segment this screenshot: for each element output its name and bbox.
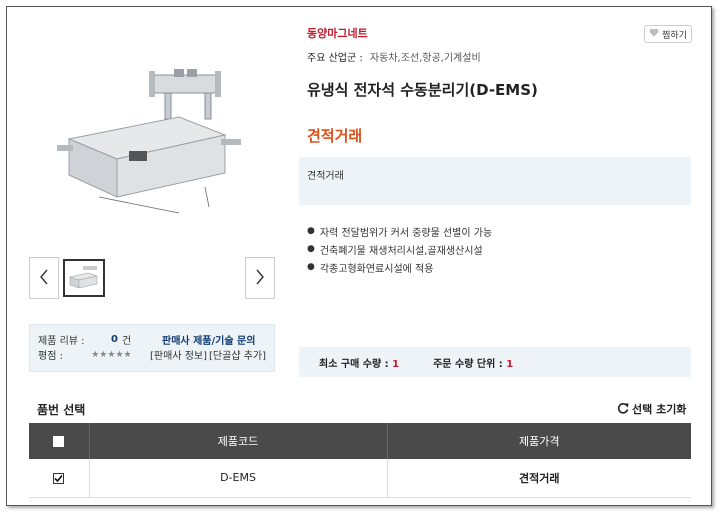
reset-selection-button[interactable]: 선택 초기화 <box>617 401 686 417</box>
thumbnail-strip <box>29 257 275 299</box>
chevron-left-icon <box>39 269 49 288</box>
brand-name[interactable]: 동양마그네트 <box>307 25 368 41</box>
select-all-cell <box>29 423 90 459</box>
inquiry-link[interactable]: 판매사 제품/기술 문의 <box>162 332 255 347</box>
list-item: ● 자력 전달범위가 커서 중량물 선별이 가능 <box>307 226 493 239</box>
list-item: ● 건축폐기물 재생처리시설,골재생산시설 <box>307 244 483 257</box>
order-unit: 주문 수량 단위 : 1 <box>433 358 514 370</box>
review-unit: 건 <box>122 336 132 347</box>
next-image-button[interactable] <box>245 257 275 299</box>
seller-info-link[interactable]: [판매사 정보] <box>150 347 207 362</box>
review-label: 제품 리뷰 : <box>38 336 85 347</box>
industry-info: 주요 산업군 : 자동차,조선,항공,기계설비 <box>307 49 481 64</box>
table-row[interactable]: D-EMS 견적거래 <box>29 459 691 498</box>
price-note: 견적거래 <box>307 171 344 182</box>
product-price-cell: 견적거래 <box>387 459 691 498</box>
product-page: 제품 리뷰 : 0 건 판매사 제품/기술 문의 평점 : ★★★★★ [판매사… <box>6 6 712 506</box>
checkbox-icon[interactable] <box>53 472 65 484</box>
prev-image-button[interactable] <box>29 257 59 299</box>
product-main-image <box>29 47 275 227</box>
thumbnail-image[interactable] <box>63 259 105 297</box>
select-all-checkbox[interactable] <box>53 436 65 447</box>
rating-stars: ★★★★★ <box>91 349 132 360</box>
min-purchase: 최소 구매 수량 : 1 <box>319 358 400 370</box>
list-item: ● 각종고형화연료시설에 적용 <box>307 262 434 275</box>
chevron-right-icon <box>255 269 265 288</box>
refresh-icon <box>617 402 629 417</box>
price-title: 견적거래 <box>307 127 363 145</box>
feature-list: ● 자력 전달범위가 커서 중량물 선별이 가능 ● 건축폐기물 재생처리시설,골재… <box>307 222 492 276</box>
rating-label: 평점 : <box>38 351 63 362</box>
product-title: 유냉식 전자석 수동분리기(D-EMS) <box>307 81 538 99</box>
add-favorite-shop-link[interactable]: [단골샵 추가] <box>209 347 266 362</box>
heart-icon <box>649 28 659 40</box>
like-button[interactable]: 찜하기 <box>644 25 692 43</box>
like-button-label: 찜하기 <box>662 30 687 41</box>
column-header: 제품코드 <box>89 423 388 459</box>
price-box: 견적거래 <box>299 157 691 205</box>
review-summary: 제품 리뷰 : 0 건 판매사 제품/기술 문의 평점 : ★★★★★ [판매사… <box>29 324 275 372</box>
option-table: 제품코드 제품가격 D-EMS 견적거래 <box>29 423 691 498</box>
row-checkbox-cell <box>29 459 90 498</box>
product-code-cell: D-EMS <box>89 459 388 498</box>
industry-label: 주요 산업군 : <box>307 53 363 64</box>
order-quantity-info: 최소 구매 수량 : 1 주문 수량 단위 : 1 <box>299 347 691 377</box>
review-count: 0 <box>111 334 118 345</box>
option-section-title: 품번 선택 <box>37 403 86 417</box>
column-header: 제품가격 <box>387 423 691 459</box>
industry-value: 자동차,조선,항공,기계설비 <box>369 53 481 64</box>
